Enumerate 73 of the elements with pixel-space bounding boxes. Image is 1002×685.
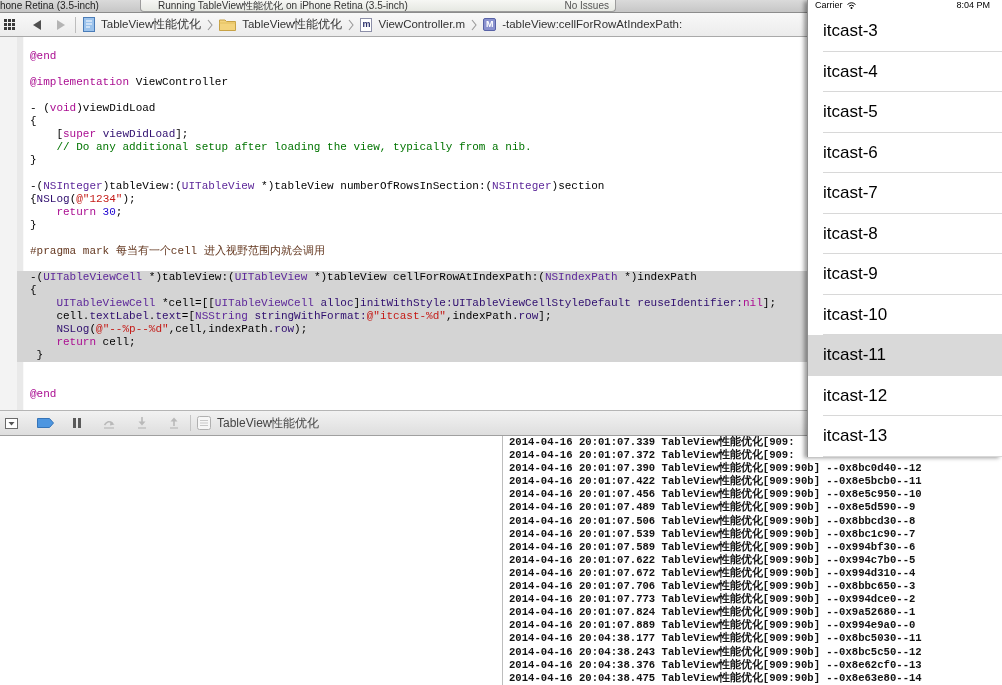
chevron-icon	[471, 18, 478, 31]
jump-bar-item[interactable]: TableView性能优化	[83, 15, 202, 34]
project-file-icon	[83, 17, 95, 32]
console-line: 2014-04-16 20:01:07.706 TableView性能优化[909:90b] --0x8bbc650--3	[509, 580, 916, 593]
console-line: 2014-04-16 20:01:07.506 TableView性能优化[909:90b] --0x8bbcd30--8	[509, 514, 916, 527]
debug-area-toggle-icon[interactable]	[5, 417, 18, 429]
pause-icon[interactable]	[73, 418, 81, 428]
code-line: - (void)viewDidLoad	[30, 102, 156, 114]
process-selector[interactable]: TableView性能优化	[197, 414, 320, 432]
console-line: 2014-04-16 20:01:07.372 TableView性能优化[909:	[509, 449, 795, 462]
related-items-icon[interactable]	[4, 19, 15, 30]
code-line: -(NSInteger)tableView:(UITableView *)tableView numberOfRowsInSection:(NSInteger)section	[30, 180, 605, 192]
table-row[interactable]: itcast-3	[808, 11, 1002, 52]
console-line: 2014-04-16 20:01:07.456 TableView性能优化[909:90b] --0x8e5c950--10	[509, 488, 922, 501]
console-line: 2014-04-16 20:04:38.243 TableView性能优化[909:90b] --0x8bc5c50--12	[509, 645, 922, 658]
table-row[interactable]: itcast-7	[808, 173, 1002, 214]
code-line: return 30;	[55, 206, 123, 218]
destination-selector[interactable]: hone Retina (3.5-inch)	[0, 0, 132, 12]
activity-status: Running TableView性能优化 on iPhone Retina (3.5-inch)	[158, 0, 408, 11]
code-line: }	[35, 349, 44, 361]
console-line: 2014-04-16 20:01:07.824 TableView性能优化[909:90b] --0x9a52680--1	[509, 606, 916, 619]
console-line: 2014-04-16 20:01:07.773 TableView性能优化[909:90b] --0x994dce0--2	[509, 593, 916, 606]
console-line: 2014-04-16 20:01:07.390 TableView性能优化[909:90b] --0x8bc0d40--12	[509, 462, 922, 475]
code-line: [super viewDidLoad];	[55, 128, 189, 140]
code-line: @end	[30, 50, 57, 62]
breakpoint-toggle-icon[interactable]	[37, 418, 54, 428]
folder-icon	[219, 18, 237, 31]
table-row[interactable]: itcast-6	[808, 132, 1002, 173]
console-line: 2014-04-16 20:01:07.589 TableView性能优化[909:90b] --0x994bf30--6	[509, 540, 916, 553]
console-line: 2014-04-16 20:04:38.177 TableView性能优化[909:90b] --0x8bc5030--11	[509, 632, 922, 645]
console-line: 2014-04-16 20:01:07.889 TableView性能优化[909:90b] --0x994e9a0--0	[509, 619, 916, 632]
wifi-icon	[846, 2, 856, 9]
table-row[interactable]: itcast-12	[808, 375, 1002, 416]
table-row[interactable]: itcast-8	[808, 213, 1002, 254]
console-line: 2014-04-16 20:01:07.339 TableView性能优化[909:	[509, 436, 795, 448]
table-row[interactable]: itcast-4	[808, 51, 1002, 92]
console-line: 2014-04-16 20:04:38.475 TableView性能优化[909:90b] --0x8e63e80--14	[509, 671, 922, 685]
method-icon: M	[483, 18, 497, 31]
jump-bar-item[interactable]: m ViewController.m	[360, 15, 466, 34]
jump-bar-item[interactable]: M -tableView:cellForRowAtIndexPath:	[483, 15, 683, 34]
code-line: {NSLog(@"1234");	[30, 193, 136, 205]
code-line: {	[30, 115, 37, 127]
table-row[interactable]: itcast-5	[808, 92, 1002, 133]
table-row[interactable]: itcast-13	[808, 416, 1002, 457]
carrier-label: Carrier	[815, 0, 843, 11]
chevron-icon	[348, 18, 355, 31]
table-row[interactable]: itcast-11	[808, 335, 1002, 376]
code-line: NSLog(@"--%p--%d",cell,indexPath.row);	[55, 323, 308, 335]
code-line: }	[30, 219, 37, 231]
chevron-icon	[207, 18, 214, 31]
back-icon[interactable]	[33, 19, 41, 30]
console-line: 2014-04-16 20:01:07.489 TableView性能优化[909:90b] --0x8e5d590--9	[509, 501, 916, 514]
code-line: @end	[30, 388, 57, 400]
jump-bar-item[interactable]: TableView性能优化	[219, 15, 343, 34]
console-line: 2014-04-16 20:01:07.422 TableView性能优化[909:90b] --0x8e5bcb0--11	[509, 475, 922, 488]
code-line: // Do any additional setup after loading the view, typically from a nib.	[55, 141, 532, 153]
status-time: 8:04 PM	[956, 0, 990, 11]
issues-status: No Issues	[564, 0, 609, 11]
code-line: UITableViewCell *cell=[[UITableViewCell alloc]initWithStyle:UITableViewCellStyleDefault reuseIdentifier:nil];	[55, 297, 776, 309]
code-line: cell.textLabel.text=[NSString stringWithFormat:@"itcast-%d",indexPath.row];	[55, 310, 552, 322]
console-line: 2014-04-16 20:01:07.622 TableView性能优化[909:90b] --0x994c7b0--5	[509, 553, 916, 566]
code-line: {	[30, 284, 37, 296]
code-line: return cell;	[55, 336, 136, 348]
code-line: }	[30, 154, 37, 166]
document-icon	[197, 416, 211, 430]
console-line: 2014-04-16 20:01:07.672 TableView性能优化[909:90b] --0x994d310--4	[509, 566, 916, 579]
source-file-icon: m	[360, 17, 373, 32]
code-line: @implementation ViewController	[30, 76, 229, 88]
table-row[interactable]: itcast-9	[808, 254, 1002, 295]
console-line: 2014-04-16 20:04:38.376 TableView性能优化[909:90b] --0x8e62cf0--13	[509, 658, 922, 671]
code-line: -(UITableViewCell *)tableView:(UITableView *)tableView cellForRowAtIndexPath:(NSIndexPath *)indexPath	[30, 271, 697, 283]
code-line: #pragma mark 每当有一个cell 进入视野范围内就会调用	[30, 245, 325, 257]
console-line: 2014-04-16 20:01:07.539 TableView性能优化[909:90b] --0x8bc1c90--7	[509, 527, 916, 540]
